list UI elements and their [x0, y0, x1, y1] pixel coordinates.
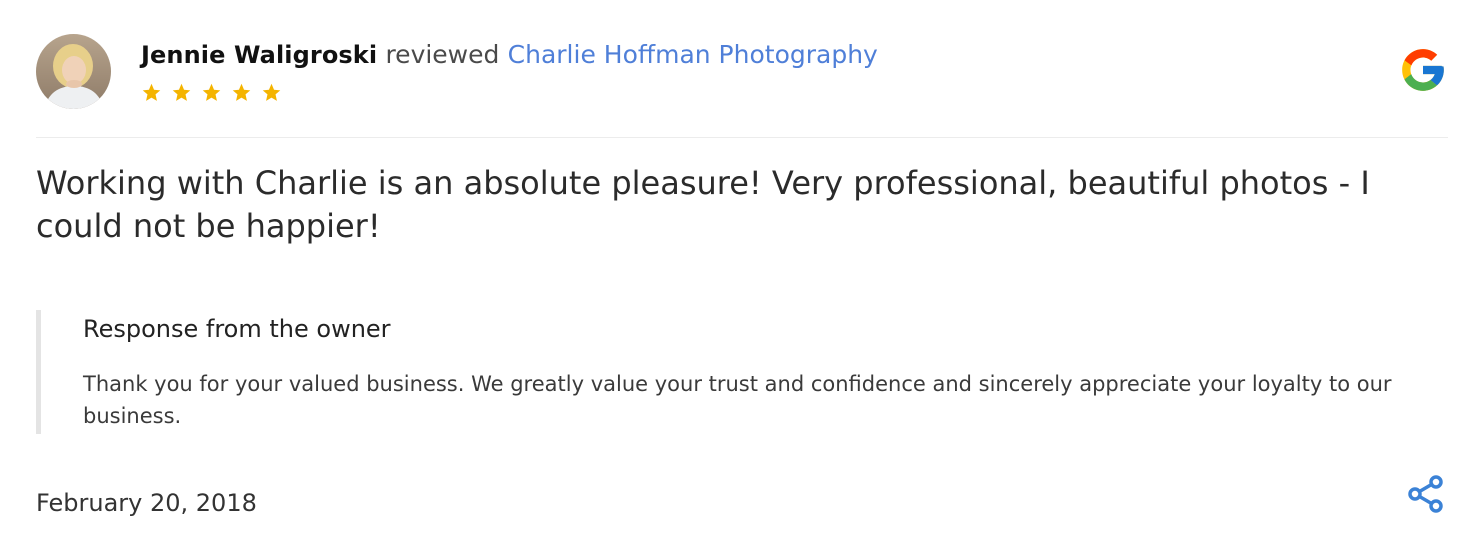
- reviewed-label: reviewed: [385, 40, 500, 69]
- star-icon: [202, 83, 221, 101]
- business-name-link[interactable]: Charlie Hoffman Photography: [508, 40, 878, 69]
- star-icon: [232, 83, 251, 101]
- share-button[interactable]: [1406, 474, 1446, 514]
- share-icon: [1408, 475, 1443, 513]
- owner-response: Response from the owner Thank you for yo…: [36, 310, 1436, 434]
- owner-response-text: Thank you for your valued business. We g…: [83, 372, 1392, 428]
- review-text: Working with Charlie is an absolute plea…: [36, 164, 1370, 245]
- reviewer-avatar[interactable]: [36, 34, 111, 109]
- reviewer-name[interactable]: Jennie Waligroski: [141, 41, 377, 69]
- google-logo-icon: [1402, 49, 1444, 91]
- review-card: Jennie Waligroski reviewed Charlie Hoffm…: [0, 0, 1482, 552]
- star-rating: [141, 82, 282, 103]
- review-date: February 20, 2018: [36, 489, 257, 517]
- header-divider: [36, 137, 1448, 138]
- owner-response-title: Response from the owner: [83, 315, 391, 343]
- star-icon: [172, 83, 191, 101]
- review-header: Jennie Waligroski reviewed Charlie Hoffm…: [141, 38, 878, 72]
- star-icon: [142, 83, 161, 101]
- star-icon: [262, 83, 281, 101]
